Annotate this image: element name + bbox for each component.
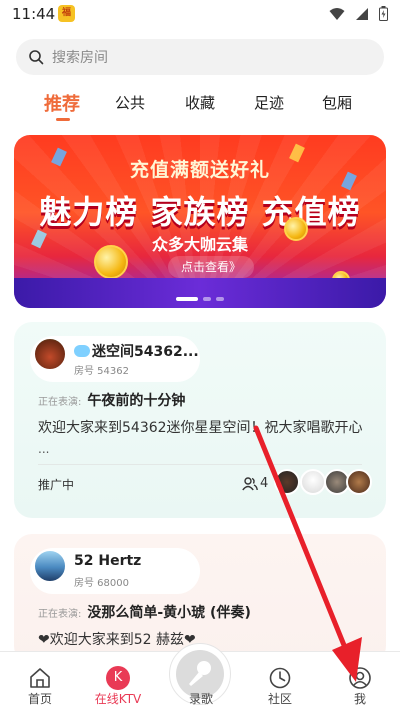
pagination-dot [203,297,211,301]
clock-icon [269,667,291,689]
search-placeholder: 搜索房间 [52,50,108,66]
promo-banner[interactable]: 充值满额送好礼 魅力榜 家族榜 充值榜 众多大咖云集 点击查看》 [14,135,386,308]
people-icon [242,476,258,490]
nav-community-label: 社区 [267,692,292,706]
ktv-icon: K [106,666,130,690]
now-playing-label: 正在表演: [38,397,82,408]
tab-recommend[interactable]: 推荐 [44,90,80,116]
record-song-label: 录歌 [188,692,213,706]
now-playing-song: 午夜前的十分钟 [87,393,186,409]
profile-icon [349,667,371,689]
tab-favorites[interactable]: 收藏 [185,92,215,113]
gold-coin-image [94,245,128,279]
category-tabs: 推荐 公共 收藏 足迹 包厢 [0,92,400,120]
search-icon [29,50,44,65]
room-card[interactable]: 迷空间54362... 房号 54362 正在表演: 午夜前的十分钟 欢迎大家来到… [14,322,386,518]
banner-headline: 魅力榜 家族榜 充值榜 [39,193,361,231]
nav-me[interactable]: 我 [324,652,396,711]
banner-pagination [14,297,386,301]
room-id: 房号 54362 [74,366,129,377]
search-bar[interactable]: 搜索房间 [16,39,384,75]
room-id: 房号 68000 [74,578,129,589]
nav-me-label: 我 [353,692,366,706]
room-welcome-text: 欢迎大家来到54362迷你星星空间！祝大家唱歌开心 [38,420,363,436]
tab-public[interactable]: 公共 [115,92,145,113]
promoted-badge: 推广中 [38,478,75,492]
nav-community[interactable]: 社区 [244,652,316,711]
room-welcome-more: ... [38,442,50,456]
now-playing: 正在表演: 午夜前的十分钟 [38,390,185,410]
now-playing-label: 正在表演: [38,609,82,620]
now-playing-song: 没那么简单-黄小琥 (伴奏) [87,605,251,621]
room-avatar [34,338,66,370]
listener-count: 4 [242,476,268,491]
signal-icon [356,7,368,20]
app-notification-icon: 福 [58,5,75,22]
gold-coin-image [284,217,308,241]
tab-private-rooms[interactable]: 包厢 [322,92,352,113]
banner-tagline: 众多大咖云集 [151,235,248,254]
room-type-icon [74,345,90,357]
active-tab-indicator [56,118,70,121]
room-name: 52 Hertz [74,553,142,569]
tab-footprints[interactable]: 足迹 [254,92,284,113]
listener-avatar[interactable] [300,469,326,495]
status-bar: 11:44 福 [0,0,400,30]
record-song-button[interactable]: 录歌 [169,643,231,706]
listener-count-value: 4 [260,476,269,491]
nav-home[interactable]: 首页 [4,652,76,711]
listener-avatar[interactable] [274,469,300,495]
wifi-icon [329,7,345,20]
pagination-dot [216,297,224,301]
divider [38,464,362,465]
nav-home-label: 首页 [27,692,52,706]
home-icon [30,668,50,688]
status-time: 11:44 [12,5,56,23]
banner-stage [14,278,386,308]
pagination-dot [176,297,198,301]
banner-view-button[interactable]: 点击查看》 [168,256,254,278]
room-name: 迷空间54362... [74,341,199,361]
banner-subtitle: 充值满额送好礼 [129,159,270,181]
room-avatar [34,550,66,582]
status-indicators [329,6,388,21]
listener-avatar[interactable] [346,469,372,495]
nav-online-ktv[interactable]: K 在线KTV [82,652,154,711]
now-playing: 正在表演: 没那么简单-黄小琥 (伴奏) [38,602,251,622]
battery-icon [379,6,388,21]
nav-online-ktv-label: 在线KTV [94,692,142,706]
